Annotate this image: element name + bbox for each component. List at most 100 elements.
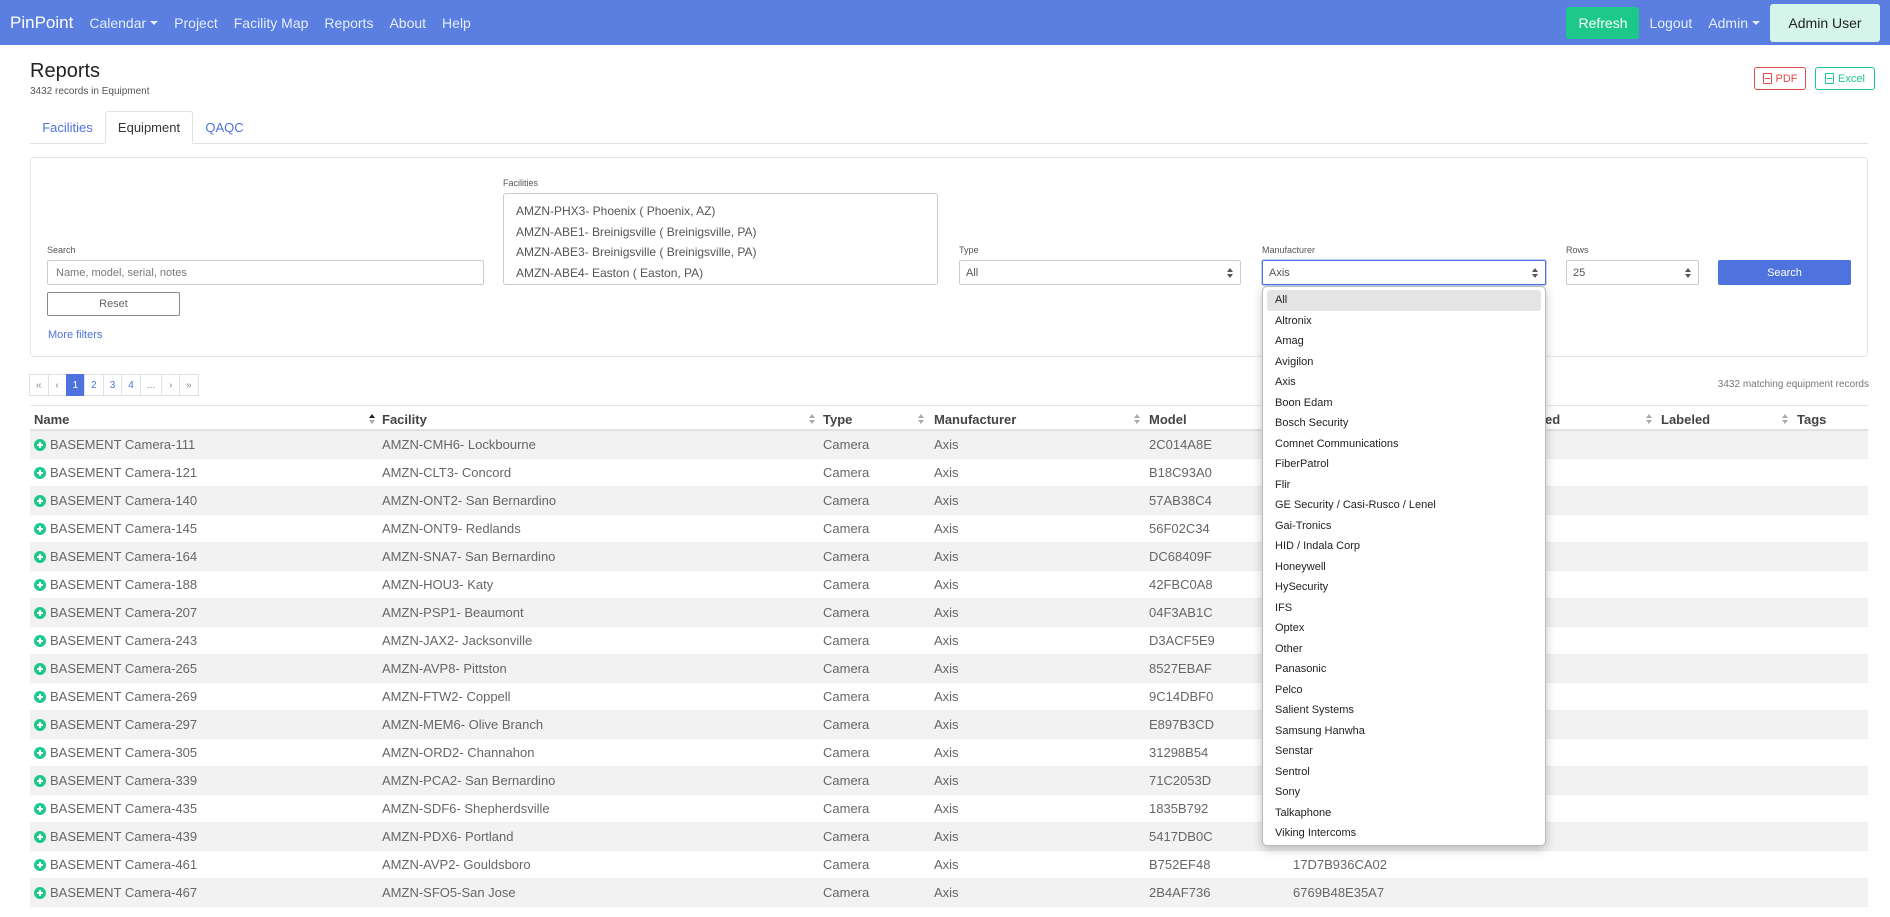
table-row[interactable]: BASEMENT Camera-467 AMZN-SFO5-San Jose Cam…: [30, 879, 1868, 907]
manufacturer-option[interactable]: Salient Systems: [1267, 700, 1541, 721]
manufacturer-option[interactable]: Pelco: [1267, 680, 1541, 701]
table-row[interactable]: BASEMENT Camera-207 AMZN-PSP1- Beaumont Ca…: [30, 599, 1868, 627]
table-row[interactable]: BASEMENT Camera-435 AMZN-SDF6- Shepherdsv…: [30, 795, 1868, 823]
facility-option[interactable]: AMZN-PHX3- Phoenix ( Phoenix, AZ): [516, 201, 925, 222]
manufacturer-option[interactable]: Viking Intercoms: [1267, 823, 1541, 844]
column-header-facility[interactable]: Facility: [382, 406, 427, 432]
expand-plus-icon[interactable]: [34, 747, 46, 759]
sort-icon[interactable]: [918, 414, 924, 424]
column-header-name[interactable]: Name: [34, 406, 69, 432]
nav-project[interactable]: Project: [174, 15, 218, 31]
table-row[interactable]: BASEMENT Camera-111 AMZN-CMH6- Lockbourne…: [30, 431, 1868, 459]
manufacturer-option[interactable]: Amag: [1267, 331, 1541, 352]
tab-facilities[interactable]: Facilities: [30, 111, 105, 144]
column-header-model[interactable]: Model: [1149, 406, 1187, 432]
page-4-button[interactable]: 4: [121, 374, 141, 396]
manufacturer-option[interactable]: Honeywell: [1267, 557, 1541, 578]
sort-icon[interactable]: [1646, 414, 1652, 424]
manufacturer-option[interactable]: Sony: [1267, 782, 1541, 803]
table-row[interactable]: BASEMENT Camera-265 AMZN-AVP8- Pittston Ca…: [30, 655, 1868, 683]
nav-facility-map[interactable]: Facility Map: [234, 15, 309, 31]
facility-option[interactable]: AMZN-ABE3- Breinigsville ( Breinigsville…: [516, 242, 925, 263]
manufacturer-option[interactable]: Panasonic: [1267, 659, 1541, 680]
table-row[interactable]: BASEMENT Camera-269 AMZN-FTW2- Coppell Cam…: [30, 683, 1868, 711]
manufacturer-option[interactable]: Other: [1267, 639, 1541, 660]
search-input[interactable]: Name, model, serial, notes: [47, 260, 484, 285]
manufacturer-option[interactable]: Axis: [1267, 372, 1541, 393]
manufacturer-option[interactable]: Flir: [1267, 475, 1541, 496]
first-page-button[interactable]: «: [29, 374, 49, 396]
export-excel-button[interactable]: Excel: [1815, 67, 1875, 90]
manufacturer-option[interactable]: Altronix: [1267, 311, 1541, 332]
expand-plus-icon[interactable]: [34, 887, 46, 899]
expand-plus-icon[interactable]: [34, 551, 46, 563]
table-row[interactable]: BASEMENT Camera-243 AMZN-JAX2- Jacksonvil…: [30, 627, 1868, 655]
table-row[interactable]: BASEMENT Camera-188 AMZN-HOU3- Katy Camera…: [30, 571, 1868, 599]
reset-button[interactable]: Reset: [47, 292, 180, 316]
table-row[interactable]: BASEMENT Camera-164 AMZN-SNA7- San Bernar…: [30, 543, 1868, 571]
sort-asc-icon[interactable]: [369, 414, 375, 424]
nav-calendar[interactable]: Calendar: [89, 15, 159, 31]
facilities-multiselect[interactable]: AMZN-PHX3- Phoenix ( Phoenix, AZ) AMZN-A…: [503, 193, 938, 285]
expand-plus-icon[interactable]: [34, 523, 46, 535]
manufacturer-option[interactable]: FiberPatrol: [1267, 454, 1541, 475]
search-button[interactable]: Search: [1718, 260, 1851, 285]
manufacturer-option[interactable]: Boon Edam: [1267, 393, 1541, 414]
table-row[interactable]: BASEMENT Camera-121 AMZN-CLT3- Concord Cam…: [30, 459, 1868, 487]
type-select[interactable]: All: [959, 260, 1241, 285]
table-row[interactable]: BASEMENT Camera-145 AMZN-ONT9- Redlands Ca…: [30, 515, 1868, 543]
nav-reports[interactable]: Reports: [324, 15, 373, 31]
facility-option[interactable]: AMZN-ABE1- Breinigsville ( Breinigsville…: [516, 222, 925, 243]
expand-plus-icon[interactable]: [34, 831, 46, 843]
nav-about[interactable]: About: [389, 15, 426, 31]
table-row[interactable]: BASEMENT Camera-140 AMZN-ONT2- San Bernar…: [30, 487, 1868, 515]
sort-icon[interactable]: [1134, 414, 1140, 424]
tab-qaqc[interactable]: QAQC: [193, 111, 256, 144]
manufacturer-option[interactable]: Talkaphone: [1267, 803, 1541, 824]
expand-plus-icon[interactable]: [34, 859, 46, 871]
table-row[interactable]: BASEMENT Camera-297 AMZN-MEM6- Olive Bran…: [30, 711, 1868, 739]
logout-link[interactable]: Logout: [1649, 15, 1692, 31]
facility-option[interactable]: AMZN-ABE4- Easton ( Easton, PA): [516, 263, 925, 284]
expand-plus-icon[interactable]: [34, 439, 46, 451]
manufacturer-option[interactable]: IFS: [1267, 598, 1541, 619]
sort-icon[interactable]: [809, 414, 815, 424]
column-header-tags[interactable]: Tags: [1797, 406, 1826, 432]
column-header-type[interactable]: Type: [823, 406, 852, 432]
expand-plus-icon[interactable]: [34, 719, 46, 731]
expand-plus-icon[interactable]: [34, 803, 46, 815]
expand-plus-icon[interactable]: [34, 607, 46, 619]
manufacturer-option[interactable]: Samsung Hanwha: [1267, 721, 1541, 742]
column-header-partial[interactable]: ed: [1545, 406, 1560, 432]
manufacturer-option[interactable]: GE Security / Casi-Rusco / Lenel: [1267, 495, 1541, 516]
refresh-button[interactable]: Refresh: [1566, 6, 1640, 39]
page-2-button[interactable]: 2: [84, 374, 104, 396]
nav-help[interactable]: Help: [442, 15, 471, 31]
prev-page-button[interactable]: ‹: [47, 374, 67, 396]
expand-plus-icon[interactable]: [34, 467, 46, 479]
manufacturer-option[interactable]: Gai-Tronics: [1267, 516, 1541, 537]
expand-plus-icon[interactable]: [34, 775, 46, 787]
admin-menu[interactable]: Admin: [1708, 15, 1760, 31]
manufacturer-select[interactable]: Axis: [1262, 260, 1546, 285]
manufacturer-option[interactable]: Comnet Communications: [1267, 434, 1541, 455]
manufacturer-option[interactable]: All: [1267, 290, 1541, 311]
sort-icon[interactable]: [1782, 414, 1788, 424]
manufacturer-option[interactable]: Bosch Security: [1267, 413, 1541, 434]
last-page-button[interactable]: »: [179, 374, 199, 396]
expand-plus-icon[interactable]: [34, 691, 46, 703]
expand-plus-icon[interactable]: [34, 635, 46, 647]
table-row[interactable]: BASEMENT Camera-305 AMZN-ORD2- Channahon C…: [30, 739, 1868, 767]
more-filters-link[interactable]: More filters: [48, 329, 102, 341]
table-row[interactable]: BASEMENT Camera-461 AMZN-AVP2- Gouldsboro…: [30, 851, 1868, 879]
manufacturer-option[interactable]: Optex: [1267, 618, 1541, 639]
column-header-labeled[interactable]: Labeled: [1661, 406, 1710, 432]
expand-plus-icon[interactable]: [34, 663, 46, 675]
expand-plus-icon[interactable]: [34, 579, 46, 591]
manufacturer-option[interactable]: Avigilon: [1267, 352, 1541, 373]
page-1-button[interactable]: 1: [65, 374, 86, 396]
table-row[interactable]: BASEMENT Camera-339 AMZN-PCA2- San Bernar…: [30, 767, 1868, 795]
next-page-button[interactable]: ›: [161, 374, 181, 396]
table-row[interactable]: BASEMENT Camera-439 AMZN-PDX6- Portland Ca…: [30, 823, 1868, 851]
manufacturer-option[interactable]: HID / Indala Corp: [1267, 536, 1541, 557]
